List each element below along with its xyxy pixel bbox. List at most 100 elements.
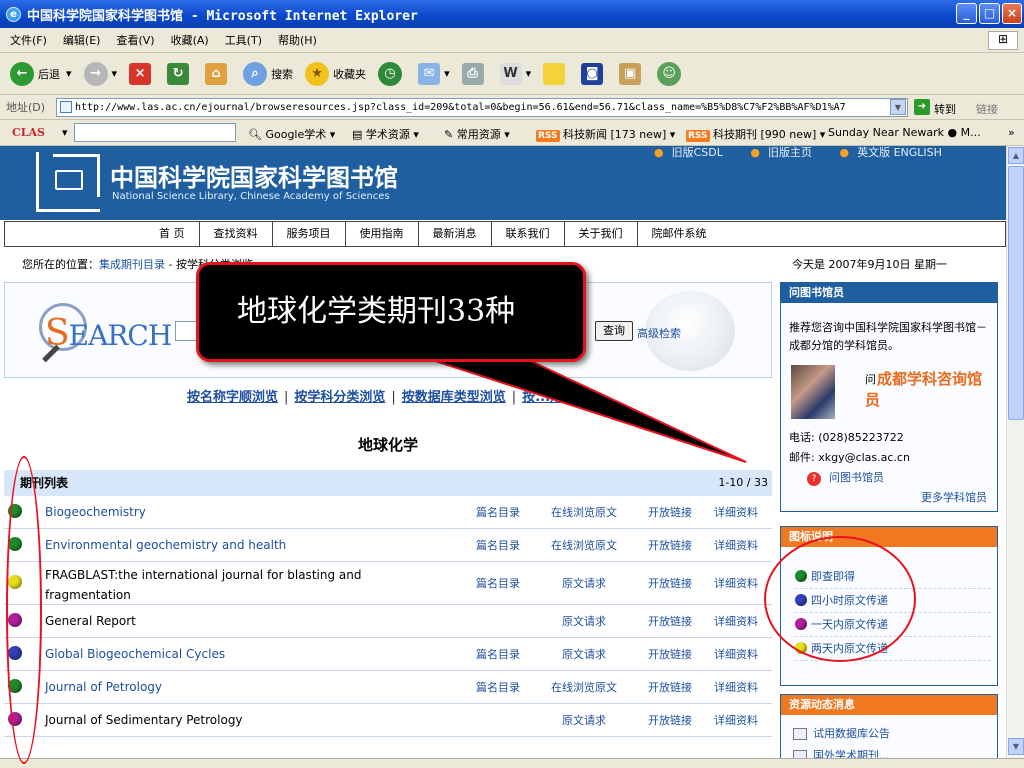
detail-link[interactable]: 详细资料 — [708, 504, 764, 520]
discuss-button[interactable] — [543, 62, 569, 85]
librarian-name[interactable]: 问成都学科咨询馆员 — [865, 369, 993, 411]
detail-link[interactable]: 详细资料 — [708, 613, 764, 629]
stop-icon: × — [129, 62, 152, 85]
nav-find[interactable]: 查找资料 — [200, 222, 273, 246]
go-button[interactable]: 转到 — [934, 101, 956, 117]
journal-name[interactable]: Environmental geochemistry and health — [45, 535, 405, 555]
detail-link[interactable]: 详细资料 — [708, 646, 764, 662]
minimize-button[interactable]: _ — [956, 3, 977, 24]
clas-search-input[interactable] — [74, 123, 236, 142]
history-button[interactable]: ◷ — [378, 61, 406, 86]
nav-contact[interactable]: 联系我们 — [492, 222, 565, 246]
vertical-scrollbar[interactable]: ▲ ▼ — [1006, 146, 1024, 758]
forward-button[interactable]: → ▾ — [83, 61, 117, 86]
detail-link[interactable]: 详细资料 — [708, 679, 764, 695]
fulltext-link[interactable]: 在线浏览原文 — [542, 679, 626, 695]
toc-link[interactable]: 篇名目录 — [470, 575, 526, 591]
scroll-down-icon[interactable]: ▼ — [1008, 738, 1024, 755]
maximize-button[interactable]: □ — [979, 3, 1000, 24]
mail-button[interactable]: ✉ ▾ — [418, 62, 450, 85]
journal-name[interactable]: General Report — [45, 611, 405, 631]
journal-name[interactable]: FRAGBLAST:the international journal for … — [45, 565, 405, 605]
menu-tools[interactable]: 工具(T) — [225, 32, 262, 48]
home-button[interactable]: ⌂ — [205, 62, 231, 85]
people-button[interactable]: ☺ — [657, 61, 685, 86]
old-csdl-link[interactable]: 旧版CSDL — [654, 146, 723, 159]
stop-button[interactable]: × — [129, 62, 155, 85]
clas-brand[interactable]: CLAS — [12, 126, 45, 139]
weather-ticker[interactable]: Sunday Near Newark ● M... — [828, 126, 996, 139]
scroll-thumb[interactable] — [1008, 166, 1024, 420]
old-home-link[interactable]: 旧版主页 — [750, 146, 812, 159]
fulltext-link[interactable]: 在线浏览原文 — [542, 537, 626, 553]
refresh-button[interactable]: ↻ — [167, 62, 193, 85]
nav-home[interactable]: 首 页 — [145, 222, 200, 246]
nav-about[interactable]: 关于我们 — [565, 222, 638, 246]
favorites-button[interactable]: ★ 收藏夹 — [305, 61, 366, 86]
google-scholar-button[interactable]: 🔍︎ Google学术 ▾ — [248, 126, 335, 142]
menu-edit[interactable]: 编辑(E) — [63, 32, 101, 48]
search-button[interactable]: ⌕ 搜索 — [243, 61, 293, 86]
close-button[interactable]: × — [1002, 3, 1022, 24]
query-button[interactable]: 查询 — [595, 321, 633, 341]
browse-by-subject-link[interactable]: 按学科分类浏览 — [294, 390, 385, 405]
journal-name[interactable]: Journal of Petrology — [45, 677, 405, 697]
address-dropdown-icon[interactable]: ▼ — [890, 99, 906, 115]
fulltext-link[interactable]: 在线浏览原文 — [542, 504, 626, 520]
sci-news-button[interactable]: RSS 科技新闻 [173 new] ▾ — [536, 126, 675, 142]
academic-resources-button[interactable]: ▤ 学术资源 ▾ — [352, 126, 419, 142]
news-item[interactable]: 国外学术期刊... — [793, 747, 890, 758]
news-item[interactable]: 试用数据库公告 — [793, 725, 890, 741]
advanced-search-link[interactable]: 高级检索 — [637, 325, 681, 341]
links-button[interactable]: 链接 — [976, 101, 998, 117]
detail-link[interactable]: 详细资料 — [708, 575, 764, 591]
toc-link[interactable]: 篇名目录 — [470, 646, 526, 662]
fulltext-link[interactable]: 原文请求 — [542, 712, 626, 728]
english-link[interactable]: 英文版 ENGLISH — [839, 146, 941, 159]
common-resources-button[interactable]: ✎ 常用资源 ▾ — [444, 126, 510, 142]
nav-services[interactable]: 服务项目 — [273, 222, 346, 246]
toc-link[interactable]: 篇名目录 — [470, 504, 526, 520]
open-link[interactable]: 开放链接 — [640, 504, 700, 520]
open-link[interactable]: 开放链接 — [640, 537, 700, 553]
detail-link[interactable]: 详细资料 — [708, 537, 764, 553]
fulltext-link[interactable]: 原文请求 — [542, 646, 626, 662]
toc-link[interactable]: 篇名目录 — [470, 537, 526, 553]
nav-mail[interactable]: 院邮件系统 — [638, 222, 721, 246]
back-button[interactable]: ← 后退 ▾ — [10, 61, 72, 86]
open-link[interactable]: 开放链接 — [640, 712, 700, 728]
menu-help[interactable]: 帮助(H) — [278, 32, 317, 48]
nav-news[interactable]: 最新消息 — [419, 222, 492, 246]
clas-dropdown-icon[interactable]: ▾ — [62, 126, 68, 139]
detail-link[interactable]: 详细资料 — [708, 712, 764, 728]
nav-guide[interactable]: 使用指南 — [346, 222, 419, 246]
fulltext-link[interactable]: 原文请求 — [542, 613, 626, 629]
journal-name[interactable]: Global Biogeochemical Cycles — [45, 644, 405, 664]
toc-link[interactable]: 篇名目录 — [470, 679, 526, 695]
research-button[interactable]: ◙ — [581, 62, 607, 85]
menu-file[interactable]: 文件(F) — [10, 32, 47, 48]
more-librarians-link[interactable]: 更多学科馆员 — [921, 489, 987, 505]
ask-librarian-link[interactable]: ? 问图书馆员 — [807, 469, 884, 486]
browse-by-dbtype-link[interactable]: 按数据库类型浏览 — [402, 390, 506, 405]
breadcrumb-journals-link[interactable]: 集成期刊目录 — [99, 258, 165, 271]
open-link[interactable]: 开放链接 — [640, 575, 700, 591]
journal-name[interactable]: Biogeochemistry — [45, 502, 405, 522]
scroll-up-icon[interactable]: ▲ — [1008, 147, 1024, 164]
print-button[interactable]: ⎙ — [461, 62, 488, 85]
journal-name[interactable]: Journal of Sedimentary Petrology — [45, 710, 405, 730]
menu-favorites[interactable]: 收藏(A) — [171, 32, 209, 48]
menu-view[interactable]: 查看(V) — [116, 32, 154, 48]
go-arrow-icon[interactable]: ➜ — [914, 99, 930, 115]
open-link[interactable]: 开放链接 — [640, 646, 700, 662]
address-input[interactable]: http://www.las.ac.cn/ejournal/browsereso… — [56, 98, 908, 117]
open-link[interactable]: 开放链接 — [640, 679, 700, 695]
browse-by-name-link[interactable]: 按名称字顺浏览 — [187, 390, 278, 405]
edit-button[interactable]: W ▾ — [499, 62, 531, 85]
sci-journals-button[interactable]: RSS 科技期刊 [990 new] ▾ — [686, 126, 825, 142]
browse-by-last-link[interactable]: 按...期浏览 — [522, 390, 589, 405]
open-link[interactable]: 开放链接 — [640, 613, 700, 629]
messenger-button[interactable]: ▣ — [619, 62, 645, 85]
fulltext-link[interactable]: 原文请求 — [542, 575, 626, 591]
chevron-right-icon[interactable]: » — [1008, 126, 1015, 139]
